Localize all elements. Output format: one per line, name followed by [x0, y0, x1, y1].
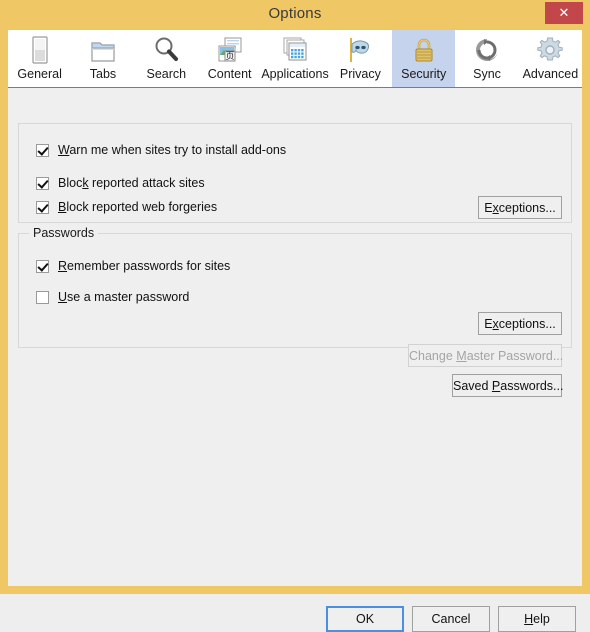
- btn-text-pre: E: [484, 200, 493, 215]
- accel-key: P: [491, 378, 501, 393]
- window-title: Options: [268, 5, 322, 22]
- tab-security-label: Security: [401, 67, 447, 81]
- options-tab-strip: General Tabs Search 页 Content Applicatio…: [8, 30, 583, 88]
- title-bar: Options ✕: [0, 0, 590, 30]
- tab-sync-label: Sync: [473, 67, 501, 81]
- accel-key: H: [524, 612, 534, 626]
- exceptions-passwords-button[interactable]: Exceptions...: [478, 312, 562, 335]
- checkbox-remember-passwords[interactable]: [36, 259, 49, 273]
- label-text: reported attack sites: [88, 176, 205, 190]
- tab-general[interactable]: General: [8, 30, 72, 87]
- ok-button[interactable]: OK: [326, 606, 404, 632]
- tab-privacy[interactable]: Privacy: [328, 30, 393, 87]
- checkbox-row-remember-passwords[interactable]: Remember passwords for sites: [36, 259, 230, 273]
- tab-general-label: General: [17, 67, 62, 81]
- security-panel: Warn me when sites try to install add-on…: [8, 89, 582, 632]
- accel-key: U: [58, 290, 68, 304]
- checkbox-block-attack-sites-label: Block reported attack sites: [58, 176, 205, 190]
- content-icon: 页: [214, 34, 246, 66]
- checkbox-remember-passwords-label: Remember passwords for sites: [58, 259, 230, 273]
- gear-icon: [534, 34, 566, 66]
- tab-applications-label: Applications: [261, 67, 329, 81]
- close-button[interactable]: ✕: [545, 2, 583, 24]
- checkbox-warn-addons-label: Warn me when sites try to install add-on…: [58, 143, 286, 157]
- checkbox-use-master-password-label: Use a master password: [58, 290, 189, 304]
- tab-search-label: Search: [146, 67, 187, 81]
- checkbox-row-use-master-password[interactable]: Use a master password: [36, 290, 189, 304]
- passwords-groupbox-title: Passwords: [29, 226, 99, 240]
- tab-content-label: Content: [207, 67, 252, 81]
- search-icon: [150, 34, 182, 66]
- tab-search[interactable]: Search: [134, 30, 198, 87]
- label-text: se a master password: [67, 290, 190, 304]
- checkbox-row-block-attack[interactable]: Block reported attack sites: [36, 176, 205, 190]
- sync-arrows-icon: [471, 34, 503, 66]
- tab-privacy-label: Privacy: [339, 67, 381, 81]
- change-master-password-button[interactable]: Change Master Password...: [408, 344, 564, 367]
- checkbox-warn-addons[interactable]: [36, 143, 49, 157]
- btn-text: asswords...: [500, 378, 564, 393]
- saved-passwords-button[interactable]: Saved Passwords...: [452, 374, 564, 397]
- tab-security[interactable]: Security: [392, 30, 456, 87]
- help-button[interactable]: Help: [498, 606, 576, 632]
- svg-text:页: 页: [225, 51, 234, 62]
- accel-key: R: [58, 259, 68, 273]
- checkbox-row-block-forgeries[interactable]: Block reported web forgeries: [36, 200, 217, 214]
- checkbox-block-attack-sites[interactable]: [36, 176, 49, 190]
- privacy-mask-icon: [344, 34, 376, 66]
- tab-advanced[interactable]: Advanced: [518, 30, 583, 87]
- close-icon: ✕: [558, 5, 570, 20]
- checkbox-use-master-password[interactable]: [36, 290, 49, 304]
- padlock-icon: [408, 34, 440, 66]
- tab-advanced-label: Advanced: [522, 67, 579, 81]
- label-text: emember passwords for sites: [67, 259, 231, 273]
- tab-applications[interactable]: Applications: [261, 30, 329, 87]
- checkbox-block-web-forgeries-label: Block reported web forgeries: [58, 200, 217, 214]
- checkbox-row-warn-addons[interactable]: Warn me when sites try to install add-on…: [36, 143, 286, 157]
- exceptions-addons-button[interactable]: Exceptions...: [478, 196, 562, 219]
- cancel-button[interactable]: Cancel: [412, 606, 490, 632]
- btn-text: ceptions...: [498, 200, 556, 215]
- label-text-pre: Bloc: [58, 176, 83, 190]
- tab-tabs-label: Tabs: [89, 67, 117, 81]
- tabs-icon: [87, 34, 119, 66]
- label-text: arn me when sites try to install add-ons: [69, 143, 287, 157]
- general-icon: [24, 34, 56, 66]
- tab-tabs[interactable]: Tabs: [71, 30, 135, 87]
- btn-text-pre: Change: [409, 348, 457, 363]
- btn-text: aster Password...: [466, 348, 564, 363]
- btn-text: elp: [533, 612, 550, 626]
- accel-key: W: [58, 143, 70, 157]
- applications-icon: [279, 34, 311, 66]
- checkbox-block-web-forgeries[interactable]: [36, 200, 49, 214]
- btn-text: ceptions...: [498, 316, 556, 331]
- accel-key: M: [456, 348, 467, 363]
- dialog-client-area: General Tabs Search 页 Content Applicatio…: [8, 30, 583, 632]
- options-window: Options ✕ General Tabs Search 页 Content …: [0, 0, 590, 632]
- tab-sync[interactable]: Sync: [455, 30, 519, 87]
- btn-text-pre: E: [484, 316, 493, 331]
- tab-content[interactable]: 页 Content: [197, 30, 262, 87]
- btn-text-pre: Saved: [453, 378, 492, 393]
- label-text: lock reported web forgeries: [66, 200, 218, 214]
